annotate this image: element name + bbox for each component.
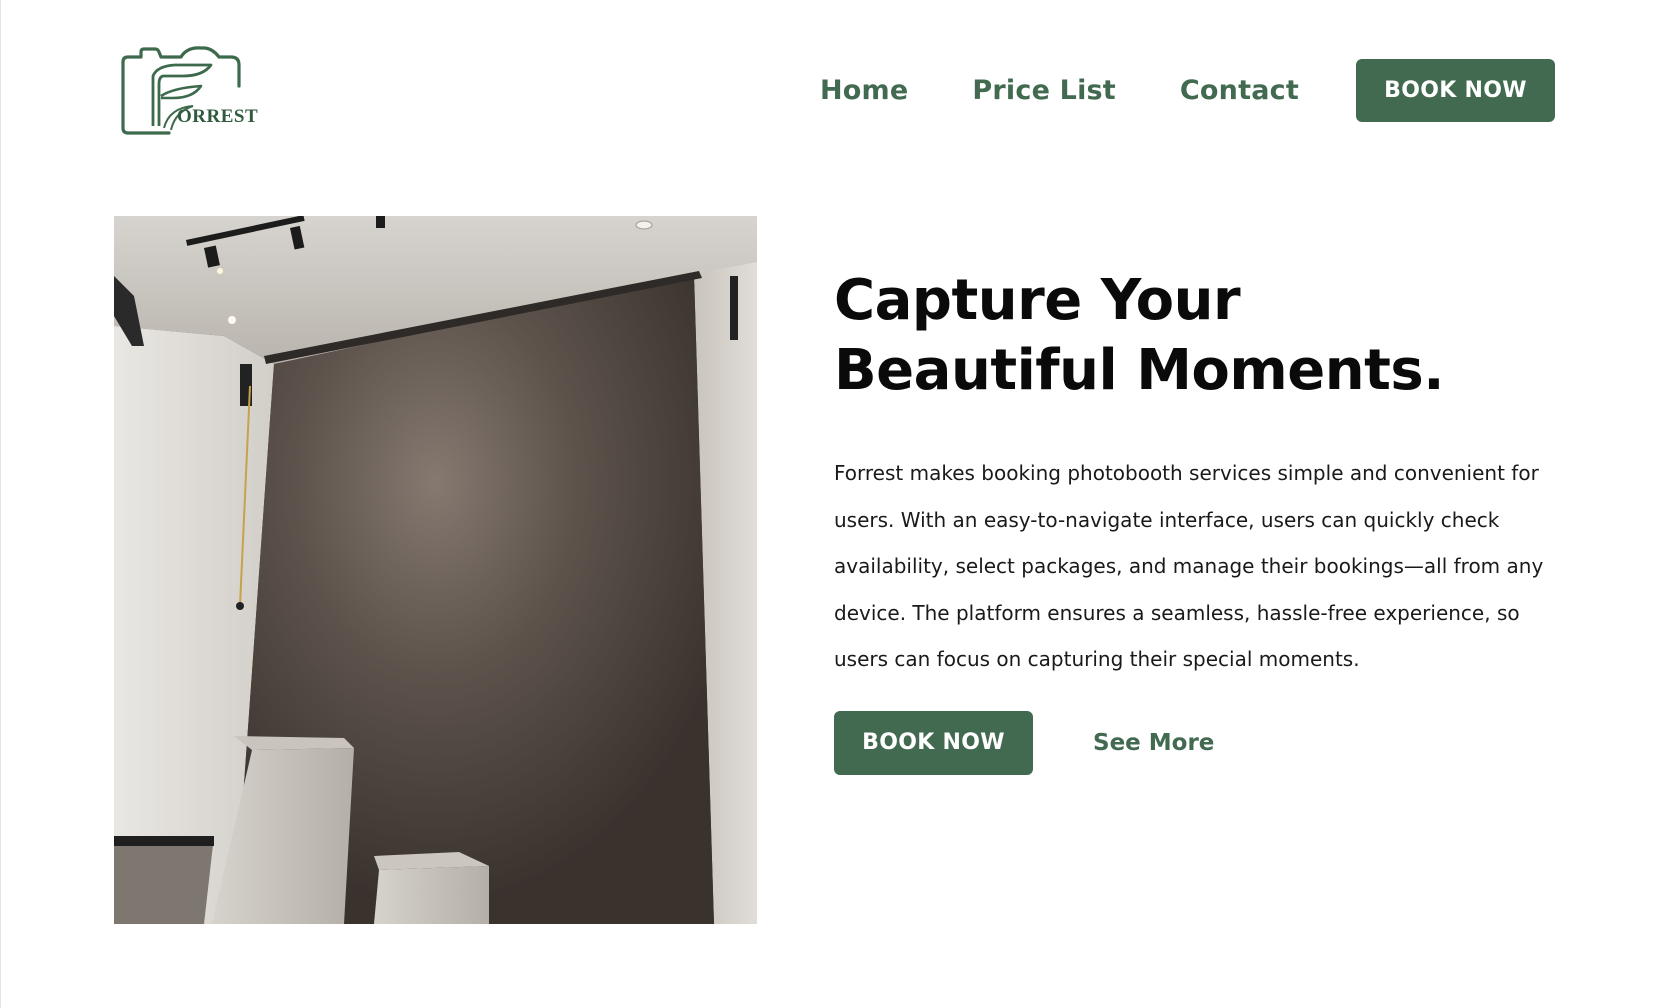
hero-content: Capture Your Beautiful Moments. Forrest … <box>834 266 1554 775</box>
see-more-link[interactable]: See More <box>1093 730 1214 756</box>
hero-title: Capture Your Beautiful Moments. <box>834 266 1554 406</box>
hero-title-line-2: Beautiful Moments. <box>834 338 1444 403</box>
brand-logo[interactable]: ORREST <box>117 46 258 136</box>
nav-link-price-list[interactable]: Price List <box>972 75 1116 106</box>
logo-text: ORREST <box>177 106 259 127</box>
hero-actions: BOOK NOW See More <box>834 710 1554 775</box>
landing-page: ORREST Home Price List Contact BOOK NOW <box>0 0 1664 1008</box>
nav-link-contact[interactable]: Contact <box>1180 75 1299 106</box>
site-header: ORREST Home Price List Contact BOOK NOW <box>0 0 1664 180</box>
studio-photo <box>114 216 757 924</box>
hero-title-line-1: Capture Your <box>834 268 1241 333</box>
header-book-now-button[interactable]: BOOK NOW <box>1356 59 1555 122</box>
nav-link-home[interactable]: Home <box>820 75 908 106</box>
hero-book-now-button[interactable]: BOOK NOW <box>834 710 1033 775</box>
main-nav: Home Price List Contact <box>820 58 1363 122</box>
hero-description: Forrest makes booking photobooth service… <box>834 461 1544 671</box>
studio-backdrop-image <box>114 216 757 924</box>
